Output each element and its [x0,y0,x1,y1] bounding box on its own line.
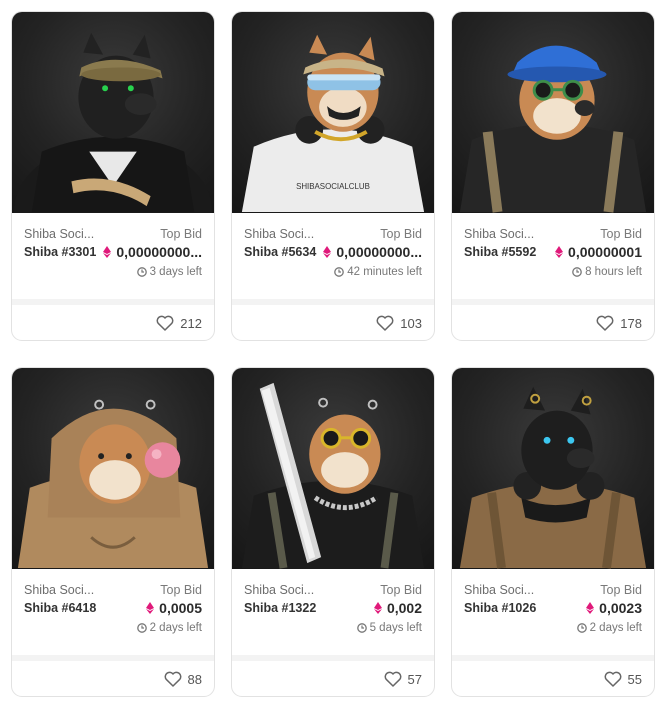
clock-icon [572,267,582,277]
card-footer: 178 [452,299,654,340]
nft-image[interactable] [12,12,214,213]
token-name[interactable]: Shiba #1322 [244,601,316,615]
time-left-text: 3 days left [149,266,202,278]
nft-image[interactable] [12,368,214,569]
time-left: 2 days left [136,622,202,634]
top-bid-label: Top Bid [600,583,642,597]
price-amount: 0,0005 [159,600,202,616]
price: 0,0005 [146,600,202,616]
price-amount: 0,002 [386,600,422,616]
heart-icon[interactable] [164,671,182,687]
clock-icon [136,267,147,277]
token-name[interactable]: Shiba #5634 [244,245,316,259]
nft-image[interactable] [232,368,434,569]
collection-name[interactable]: Shiba Soci... [464,227,542,241]
nft-artwork [14,32,212,213]
nft-card[interactable]: Shiba Soci... Top Bid Shiba #6418 0,0005… [11,367,215,697]
token-name[interactable]: Shiba #5592 [464,245,536,259]
like-button[interactable]: 103 [376,315,422,331]
time-left: 5 days left [356,622,422,634]
heart-icon[interactable] [596,315,614,331]
time-left: 8 hours left [572,266,642,278]
clock-icon [576,623,587,633]
collection-name[interactable]: Shiba Soci... [244,583,322,597]
like-count: 88 [187,671,202,687]
heart-icon[interactable] [604,671,622,687]
nft-card[interactable]: Shiba Soci... Top Bid Shiba #3301 0,0000… [11,11,215,341]
price: 0,002 [373,600,422,616]
card-footer: 103 [232,299,434,340]
time-left-text: 42 minutes left [347,266,422,278]
price-amount: 0,0023 [599,600,642,616]
eth-icon [586,602,595,614]
nft-artwork [459,386,647,569]
top-bid-label: Top Bid [160,227,202,241]
collection-name[interactable]: Shiba Soci... [24,583,102,597]
nft-card[interactable]: Shiba Soci... Top Bid Shiba #5592 0,0000… [451,11,655,341]
time-left-text: 2 days left [589,622,642,634]
price: 0,00000000... [103,244,202,260]
price-amount: 0,00000000... [336,244,422,260]
eth-icon [373,602,382,614]
top-bid-label: Top Bid [160,583,202,597]
collection-name[interactable]: Shiba Soci... [464,583,542,597]
top-bid-label: Top Bid [380,227,422,241]
like-button[interactable]: 88 [164,671,202,687]
like-button[interactable]: 178 [596,315,642,331]
top-bid-label: Top Bid [380,583,422,597]
like-count: 212 [180,315,202,331]
eth-icon [146,602,155,614]
like-button[interactable]: 55 [604,671,642,687]
nft-card[interactable]: Shiba Soci... Top Bid Shiba #1322 0,002 … [231,367,435,697]
nft-image[interactable] [452,12,654,213]
token-name[interactable]: Shiba #3301 [24,245,96,259]
time-left-text: 2 days left [149,622,202,634]
nft-card[interactable]: Shiba Soci... Top Bid Shiba #1026 0,0023… [451,367,655,697]
card-footer: 55 [452,655,654,696]
nft-card[interactable]: SHIBASOCIALCLUB Shiba Soci... Top Bid Sh… [231,11,435,341]
nft-image[interactable] [452,368,654,569]
price: 0,00000000... [323,244,422,260]
collection-name[interactable]: Shiba Soci... [244,227,322,241]
price-amount: 0,00000001 [568,244,642,260]
like-count: 103 [400,315,422,331]
token-name[interactable]: Shiba #1026 [464,601,536,615]
nft-artwork: SHIBASOCIALCLUB [241,34,425,213]
like-count: 178 [620,315,642,331]
like-button[interactable]: 57 [384,671,422,687]
heart-icon[interactable] [376,315,394,331]
time-left: 3 days left [136,266,202,278]
card-footer: 88 [12,655,214,696]
clock-icon [334,267,345,277]
svg-text:SHIBASOCIALCLUB: SHIBASOCIALCLUB [296,182,370,191]
eth-icon [323,246,332,258]
price: 0,0023 [586,600,642,616]
nft-artwork [459,45,647,213]
clock-icon [356,623,367,633]
heart-icon[interactable] [156,315,174,331]
like-count: 55 [627,671,642,687]
like-count: 57 [407,671,422,687]
price: 0,00000001 [555,244,642,260]
time-left: 42 minutes left [334,266,422,278]
nft-image[interactable]: SHIBASOCIALCLUB [232,12,434,213]
time-left: 2 days left [576,622,642,634]
eth-icon [555,246,564,258]
nft-artwork [17,399,209,569]
price-amount: 0,00000000... [116,244,202,260]
heart-icon[interactable] [384,671,402,687]
card-footer: 212 [12,299,214,340]
card-footer: 57 [232,655,434,696]
time-left-text: 8 hours left [585,266,642,278]
token-name[interactable]: Shiba #6418 [24,601,96,615]
like-button[interactable]: 212 [156,315,202,331]
nft-artwork [241,382,425,569]
collection-name[interactable]: Shiba Soci... [24,227,102,241]
top-bid-label: Top Bid [600,227,642,241]
time-left-text: 5 days left [369,622,422,634]
clock-icon [136,623,147,633]
eth-icon [103,246,112,258]
